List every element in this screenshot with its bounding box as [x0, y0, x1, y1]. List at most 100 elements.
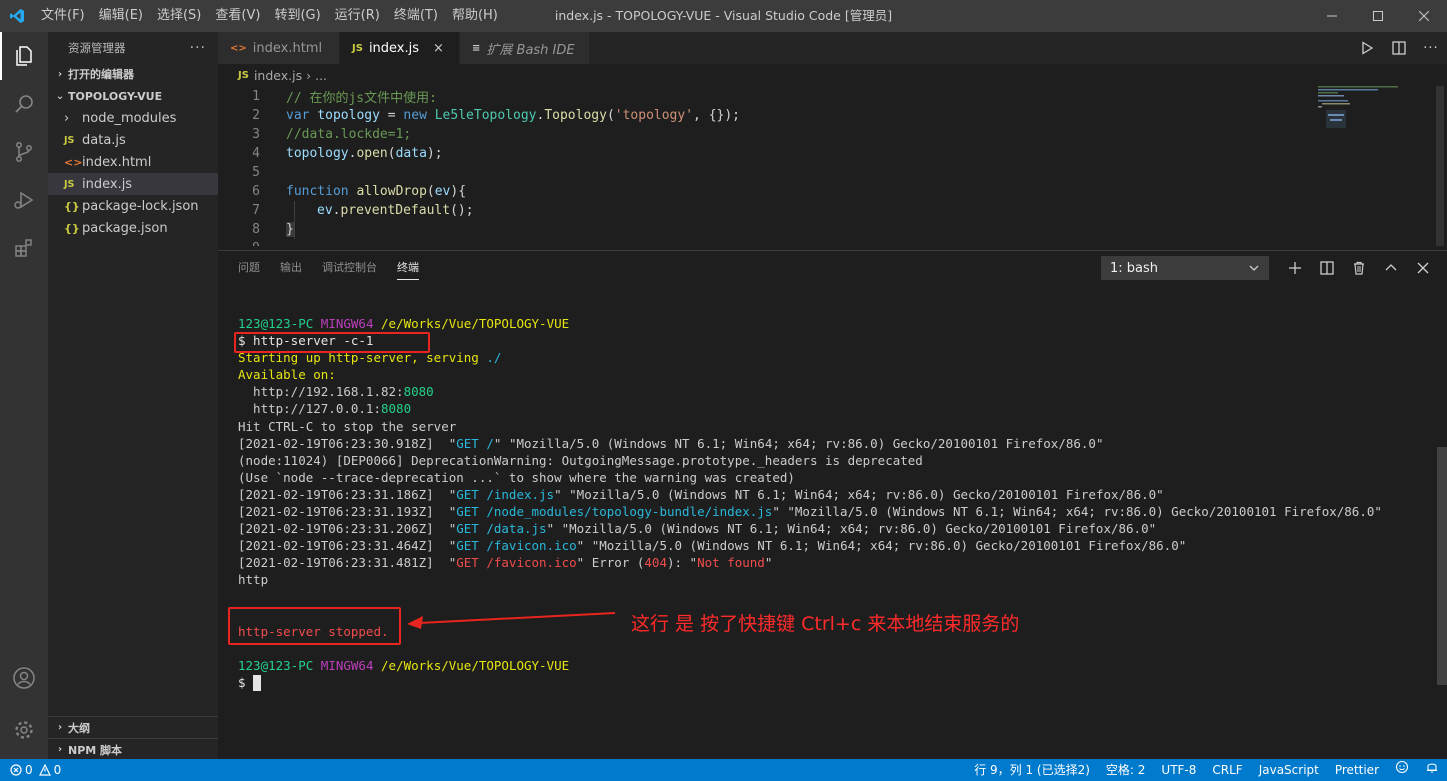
- status-language[interactable]: JavaScript: [1251, 759, 1327, 781]
- maximize-panel-button[interactable]: [1375, 255, 1407, 281]
- prompt-user: 123@123-PC: [238, 657, 314, 673]
- maximize-button[interactable]: [1355, 0, 1401, 32]
- code-operator: =: [379, 108, 404, 123]
- log-agent: " "Mozilla/5.0 (Windows NT 6.1; Win64; x…: [554, 486, 1164, 502]
- editor-more-button[interactable]: ···: [1415, 32, 1447, 64]
- status-formatter[interactable]: Prettier: [1327, 759, 1387, 781]
- open-editors-section[interactable]: › 打开的编辑器: [48, 63, 218, 85]
- code-line: 9: [218, 239, 260, 246]
- maximize-icon: [1373, 11, 1383, 21]
- menu-go[interactable]: 转到(G): [267, 0, 327, 32]
- close-icon[interactable]: ×: [433, 41, 444, 56]
- tab-problems[interactable]: 问题: [228, 251, 270, 285]
- terminal-input-line[interactable]: $: [238, 674, 1428, 692]
- close-window-button[interactable]: [1401, 0, 1447, 32]
- menu-view[interactable]: 查看(V): [208, 0, 267, 32]
- code-line: 4 topology.open(data);: [218, 144, 442, 163]
- log-agent: " "Mozilla/5.0 (Windows NT 6.1; Win64; x…: [576, 538, 1187, 554]
- sidebar-header: 资源管理器 ···: [48, 32, 218, 63]
- code-punct: );: [426, 146, 443, 161]
- status-problems[interactable]: 0 0: [0, 763, 61, 777]
- warning-icon: [38, 764, 51, 776]
- status-cursor-position[interactable]: 行 9，列 1 (已选择2): [966, 759, 1098, 781]
- project-section[interactable]: ⌄ TOPOLOGY-VUE: [48, 85, 218, 107]
- tab-extension-bash-ide[interactable]: ≡ 扩展 Bash IDE: [460, 32, 590, 64]
- annotation-box-command: [234, 332, 430, 353]
- status-indentation[interactable]: 空格: 2: [1098, 759, 1154, 781]
- terminal-select[interactable]: 1: bash: [1101, 256, 1269, 280]
- tree-item-index-html[interactable]: <> index.html: [48, 151, 218, 173]
- status-eol[interactable]: CRLF: [1204, 759, 1250, 781]
- tab-terminal[interactable]: 终端: [387, 251, 429, 285]
- menu-selection[interactable]: 选择(S): [150, 0, 208, 32]
- log-request: GET /favicon.ico: [456, 555, 577, 571]
- status-encoding[interactable]: UTF-8: [1153, 759, 1204, 781]
- close-panel-button[interactable]: [1407, 255, 1439, 281]
- indent-guide: [294, 201, 295, 239]
- tree-item-package-json[interactable]: {} package.json: [48, 217, 218, 239]
- search-button[interactable]: [0, 80, 48, 128]
- manage-button[interactable]: [0, 706, 48, 754]
- log-agent: " "Mozilla/5.0 (Windows NT 6.1; Win64; x…: [772, 504, 1382, 520]
- menu-help[interactable]: 帮助(H): [445, 0, 505, 32]
- annotation-arrow-icon: [407, 612, 616, 629]
- breadcrumb-file[interactable]: index.js: [254, 68, 302, 83]
- log-agent: " "Mozilla/5.0 (Windows NT 6.1; Win64; x…: [546, 521, 1157, 537]
- line-number: 8: [252, 222, 260, 237]
- code-class: Le5leTopology: [426, 108, 537, 123]
- bell-icon: [1427, 763, 1437, 773]
- feedback-button[interactable]: [1387, 759, 1417, 781]
- code-punct: ();: [450, 203, 474, 218]
- code-punct: (: [426, 184, 435, 199]
- kill-terminal-button[interactable]: [1343, 255, 1375, 281]
- menu-file[interactable]: 文件(F): [34, 0, 92, 32]
- terminal-log-line: [2021-02-19T06:23:31.193Z] "GET /node_mo…: [238, 503, 1428, 520]
- breadcrumb-symbol[interactable]: ...: [315, 68, 327, 83]
- editor-actions: ···: [1351, 32, 1447, 64]
- tab-debug-console[interactable]: 调试控制台: [312, 251, 387, 285]
- new-terminal-button[interactable]: [1279, 255, 1311, 281]
- tab-index-js[interactable]: JS index.js ×: [340, 32, 460, 64]
- terminal-log-line: [2021-02-19T06:23:30.918Z] "GET /" "Mozi…: [238, 435, 1428, 452]
- explorer-button[interactable]: [0, 32, 48, 80]
- tab-index-html[interactable]: <> index.html: [218, 32, 340, 64]
- npm-scripts-section[interactable]: › NPM 脚本: [48, 738, 218, 760]
- more-actions-icon[interactable]: ···: [190, 40, 206, 56]
- terminal-scrollbar[interactable]: [1437, 447, 1447, 685]
- accounts-button[interactable]: [0, 654, 48, 702]
- terminal-output[interactable]: 123@123-PC MINGW64 /e/Works/Vue/TOPOLOGY…: [238, 315, 1428, 755]
- outline-label: 大纲: [68, 721, 90, 735]
- terminal-line: http: [238, 572, 269, 588]
- log-request: GET /data.js: [456, 521, 547, 537]
- title-bar: 文件(F) 编辑(E) 选择(S) 查看(V) 转到(G) 运行(R) 终端(T…: [0, 0, 1447, 32]
- chevron-right-icon: ›: [57, 722, 63, 733]
- terminal-line: (Use `node --trace-deprecation ...` to s…: [238, 469, 795, 485]
- notifications-button[interactable]: [1417, 759, 1447, 781]
- split-editor-button[interactable]: [1383, 32, 1415, 64]
- menu-edit[interactable]: 编辑(E): [92, 0, 150, 32]
- terminal-log-line: [2021-02-19T06:23:31.186Z] "GET /index.j…: [238, 486, 1428, 503]
- code-variable: data: [395, 146, 427, 161]
- source-control-button[interactable]: [0, 128, 48, 176]
- extensions-icon: [15, 239, 32, 257]
- code-editor[interactable]: 1 // 在你的js文件中使用: 2 var topology = new Le…: [218, 86, 1447, 246]
- run-button[interactable]: [1351, 32, 1383, 64]
- tab-output[interactable]: 输出: [270, 251, 312, 285]
- split-terminal-button[interactable]: [1311, 255, 1343, 281]
- tree-item-node-modules[interactable]: › node_modules: [48, 107, 218, 129]
- tree-item-index-js[interactable]: JS index.js: [48, 173, 218, 195]
- search-icon: [15, 95, 33, 113]
- menu-run[interactable]: 运行(R): [328, 0, 387, 32]
- minimap[interactable]: [1318, 86, 1398, 146]
- tree-item-package-lock-json[interactable]: {} package-lock.json: [48, 195, 218, 217]
- extensions-button[interactable]: [0, 224, 48, 272]
- warning-count: 0: [53, 763, 62, 777]
- editor-scrollbar[interactable]: [1433, 86, 1447, 246]
- outline-section[interactable]: › 大纲: [48, 716, 218, 738]
- menu-terminal[interactable]: 终端(T): [387, 0, 445, 32]
- run-debug-button[interactable]: [0, 176, 48, 224]
- minimize-button[interactable]: [1309, 0, 1355, 32]
- line-number: 1: [252, 89, 260, 104]
- tree-item-data-js[interactable]: JS data.js: [48, 129, 218, 151]
